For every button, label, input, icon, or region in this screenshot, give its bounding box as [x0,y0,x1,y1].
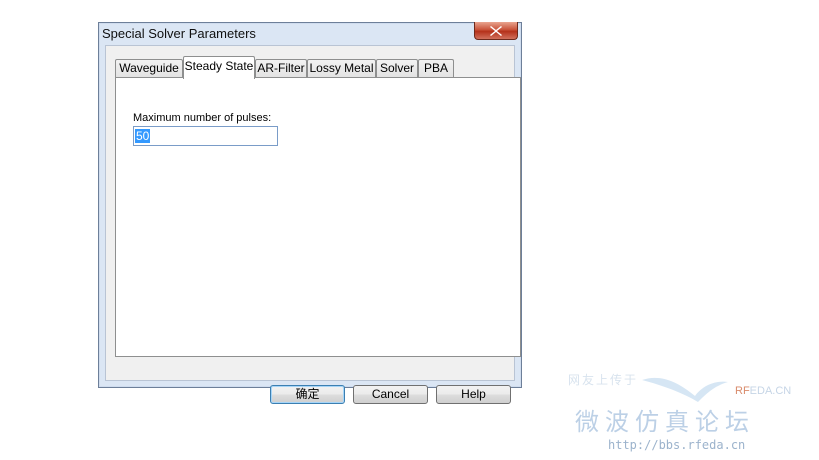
bird-logo-icon [642,377,728,402]
tab-solver[interactable]: Solver [376,59,418,77]
close-button[interactable] [474,22,518,40]
dialog-title: Special Solver Parameters [102,26,256,41]
cancel-button[interactable]: Cancel [353,385,428,404]
steady-state-panel: Maximum number of pulses: 50 [115,77,521,357]
max-pulses-input[interactable]: 50 [133,126,278,146]
ok-button[interactable]: 确定 [270,385,345,404]
tab-ar-filter[interactable]: AR-Filter [255,59,307,77]
max-pulses-label: Maximum number of pulses: [133,112,272,124]
watermark-note: 网友上传于 [568,373,639,387]
watermark-brand: RFEDA.CN [735,385,791,397]
special-solver-parameters-dialog: Special Solver Parameters Waveguide Stea… [98,22,522,404]
tab-waveguide[interactable]: Waveguide [115,59,183,77]
watermark-url: http://bbs.rfeda.cn [608,438,746,452]
watermark-forum-name: 微波仿真论坛 [575,408,755,436]
dialog-client-area: Waveguide Steady State AR-Filter Lossy M… [105,45,521,404]
tab-lossy-metal[interactable]: Lossy Metal [307,59,376,77]
tab-steady-state[interactable]: Steady State [183,56,255,79]
help-button[interactable]: Help [436,385,511,404]
tab-pba[interactable]: PBA [418,59,454,77]
brand-suffix: EDA.CN [749,385,792,397]
brand-prefix: RF [735,385,750,397]
max-pulses-value: 50 [135,129,151,143]
close-icon [490,25,502,36]
